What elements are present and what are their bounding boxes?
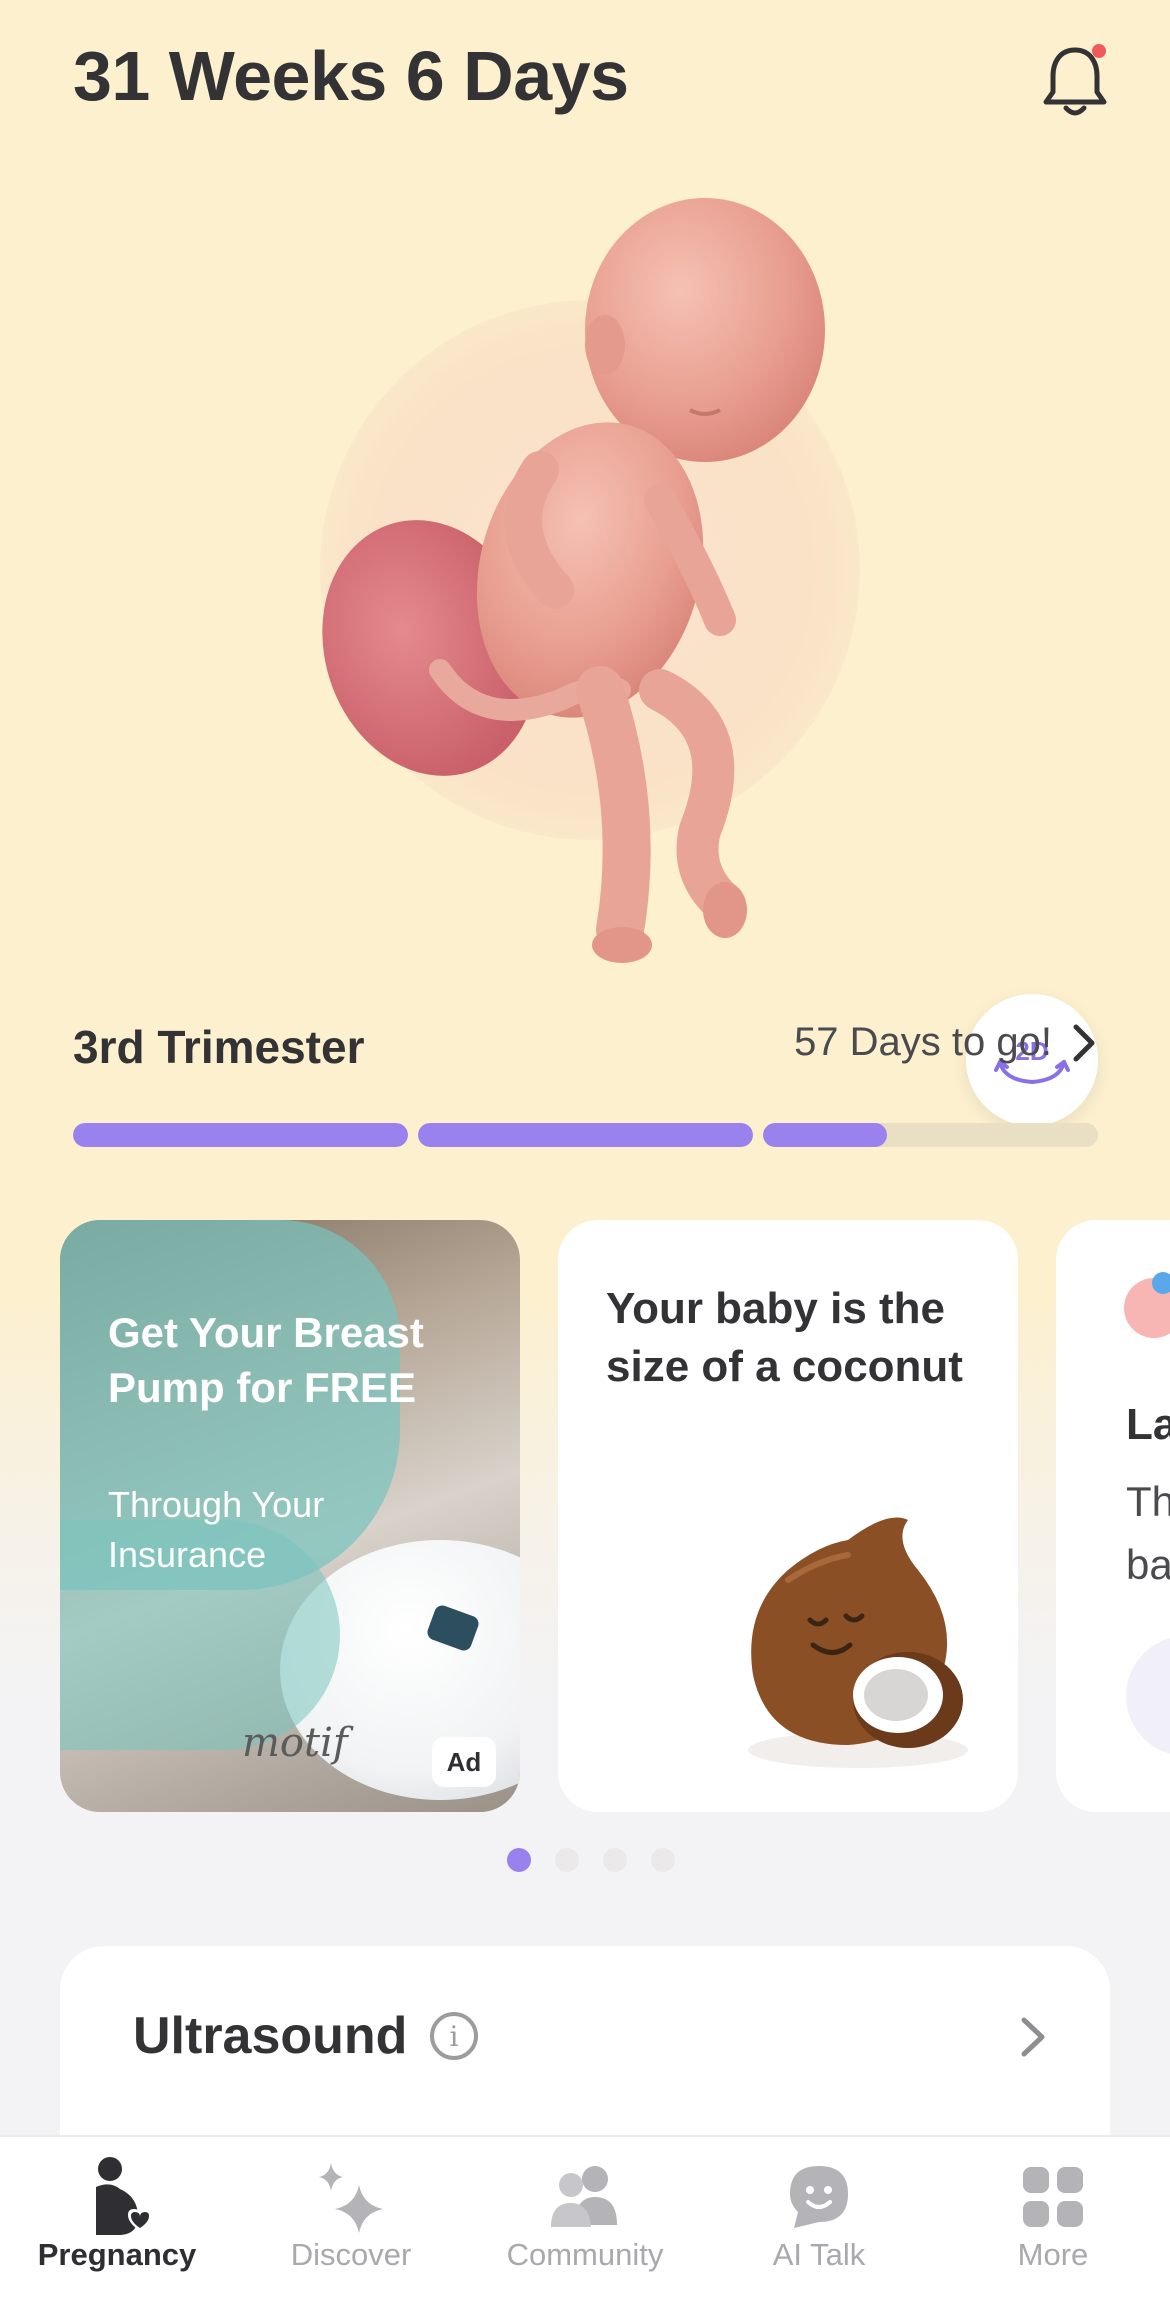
- avatar-badge: [1152, 1272, 1170, 1294]
- progress-segment-1: [73, 1123, 408, 1147]
- ad-subtext: Through Your Insurance: [108, 1484, 325, 1576]
- chevron-right-icon: [1073, 1024, 1095, 1061]
- trimester-label: 3rd Trimester: [73, 1021, 365, 1073]
- chevron-right-icon[interactable]: [1018, 2012, 1048, 2062]
- days-to-go-link[interactable]: 57 Days to go!: [794, 1020, 1098, 1065]
- trimester-progress: [73, 1123, 1098, 1147]
- bell-icon[interactable]: [1040, 40, 1110, 120]
- tab-label: Discover: [290, 2237, 412, 2272]
- fetus-illustration[interactable]: 2D: [0, 170, 1170, 1126]
- partial-card-line-2: ba: [1126, 1541, 1170, 1588]
- tab-label: Community: [506, 2237, 664, 2272]
- pagination-dot[interactable]: [555, 1848, 579, 1872]
- tab-community[interactable]: Community: [468, 2137, 702, 2301]
- baby-size-title: Your baby is the size of a coconut: [606, 1284, 963, 1392]
- ultrasound-title: Ultrasound: [133, 2007, 408, 2065]
- partial-card-text: Th ba: [1126, 1470, 1170, 1596]
- tab-label: AI Talk: [772, 2237, 866, 2272]
- ad-logo: motif: [242, 1720, 348, 1766]
- ad-card[interactable]: Get Your Breast Pump for FREE Through Yo…: [60, 1220, 520, 1812]
- partial-card[interactable]: La Th ba: [1056, 1220, 1170, 1812]
- notification-badge: [1092, 44, 1106, 58]
- partial-card-button[interactable]: [1126, 1636, 1170, 1756]
- progress-segment-2: [418, 1123, 753, 1147]
- partial-card-title: La: [1126, 1400, 1170, 1449]
- trimester-row: 3rd Trimester 57 Days to go!: [73, 1020, 1098, 1080]
- pagination-dot[interactable]: [651, 1848, 675, 1872]
- coconut-icon: [718, 1500, 978, 1780]
- card-carousel[interactable]: Get Your Breast Pump for FREE Through Yo…: [60, 1220, 1170, 1812]
- bottom-tab-bar: Pregnancy Discover Community AI Talk Mor…: [0, 2135, 1170, 2301]
- chat-smile-icon: [779, 2157, 859, 2237]
- grid-icon: [1013, 2157, 1093, 2237]
- pagination-dot[interactable]: [603, 1848, 627, 1872]
- days-to-go-text: 57 Days to go!: [794, 1020, 1052, 1064]
- ultrasound-card[interactable]: Ultrasound i: [60, 1946, 1110, 2146]
- sparkles-icon: [311, 2157, 391, 2237]
- page-title: 31 Weeks 6 Days: [73, 37, 629, 115]
- tab-label: Pregnancy: [37, 2237, 197, 2272]
- header: 31 Weeks 6 Days: [0, 0, 1170, 170]
- pregnancy-icon: [77, 2157, 157, 2237]
- baby-size-card[interactable]: Your baby is the size of a coconut: [558, 1220, 1018, 1812]
- tab-ai-talk[interactable]: AI Talk: [702, 2137, 936, 2301]
- tab-discover[interactable]: Discover: [234, 2137, 468, 2301]
- tab-more[interactable]: More: [936, 2137, 1170, 2301]
- carousel-pagination: [0, 1848, 1170, 1874]
- pagination-dot[interactable]: [507, 1848, 531, 1872]
- tab-pregnancy[interactable]: Pregnancy: [0, 2137, 234, 2301]
- tab-label: More: [1017, 2237, 1089, 2272]
- progress-segment-3: [763, 1123, 1098, 1147]
- people-icon: [545, 2157, 625, 2237]
- partial-card-line-1: Th: [1126, 1478, 1170, 1525]
- ad-badge: Ad: [432, 1737, 496, 1787]
- info-icon[interactable]: i: [430, 2012, 478, 2060]
- ad-headline: Get Your Breast Pump for FREE: [108, 1309, 424, 1411]
